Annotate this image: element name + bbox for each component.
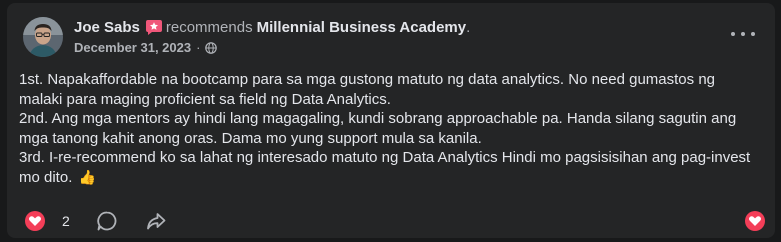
post-subtitle-line: December 31, 2023 · — [74, 39, 470, 57]
post-footer: 2 — [25, 209, 765, 233]
author-name[interactable]: Joe Sabs — [74, 18, 140, 38]
more-dot — [741, 32, 745, 36]
post-body: 1st. Napakaffordable na bootcamp para sa… — [19, 70, 759, 187]
avatar-image — [23, 17, 63, 57]
post-paragraph: 1st. Napakaffordable na bootcamp para sa… — [19, 71, 715, 108]
title-period: . — [466, 18, 471, 36]
share-icon[interactable] — [145, 210, 167, 232]
review-post-card: Joe Sabs recommends Millennial Business … — [7, 3, 775, 238]
more-dot — [751, 32, 755, 36]
page-name-link[interactable]: Millennial Business Academy — [257, 18, 467, 38]
post-paragraph-last: 3rd. I-re-recommend ko sa lahat ng inter… — [19, 148, 759, 187]
more-options-icon[interactable] — [731, 25, 755, 43]
post-date[interactable]: December 31, 2023 — [74, 39, 191, 57]
recommend-badge-icon — [145, 20, 162, 35]
thumbs-up-emoji: 👍 — [78, 168, 96, 185]
globe-icon[interactable] — [205, 41, 218, 54]
date-separator: · — [196, 39, 201, 55]
heart-reaction-icon[interactable] — [25, 211, 45, 231]
post-title-line: Joe Sabs recommends Millennial Business … — [74, 18, 470, 38]
recommends-text: recommends — [165, 18, 253, 36]
comment-icon[interactable] — [96, 210, 118, 232]
heart-icon[interactable] — [745, 211, 765, 231]
post-header: Joe Sabs recommends Millennial Business … — [23, 17, 470, 57]
post-paragraph-text: 3rd. I-re-recommend ko sa lahat ng inter… — [19, 149, 751, 186]
reaction-count[interactable]: 2 — [62, 213, 70, 229]
post-paragraph: 2nd. Ang mga mentors ay hindi lang magag… — [19, 110, 737, 147]
more-dot — [731, 32, 735, 36]
post-meta: Joe Sabs recommends Millennial Business … — [74, 18, 470, 57]
avatar[interactable] — [23, 17, 63, 57]
